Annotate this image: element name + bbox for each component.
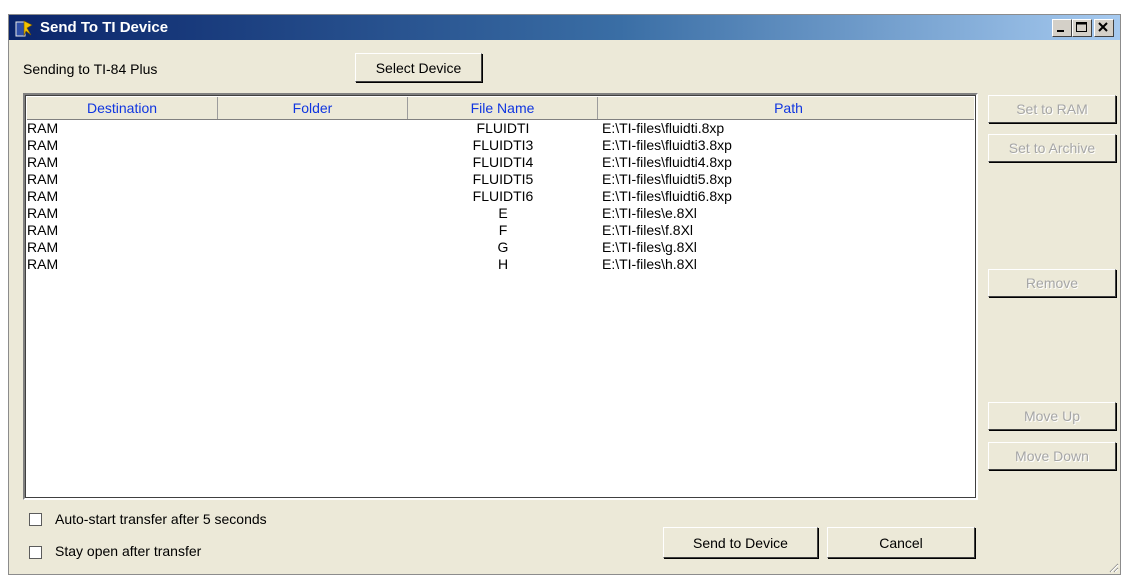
- table-row[interactable]: RAM H E:\TI-files\h.8Xl: [27, 256, 974, 273]
- send-to-device-button[interactable]: Send to Device: [663, 527, 818, 558]
- table-row[interactable]: RAM FLUIDTI3 E:\TI-files\fluidti3.8xp: [27, 137, 974, 154]
- table-row[interactable]: RAM FLUIDTI4 E:\TI-files\fluidti4.8xp: [27, 154, 974, 171]
- auto-start-label[interactable]: Auto-start transfer after 5 seconds: [55, 511, 267, 527]
- select-device-button[interactable]: Select Device: [355, 53, 482, 82]
- send-to-ti-device-window: Send To TI Device Sending to TI-84 Plus …: [8, 14, 1121, 575]
- title-bar[interactable]: Send To TI Device: [9, 15, 1120, 40]
- minimize-icon: [1057, 30, 1064, 32]
- cell-destination: RAM: [27, 154, 59, 170]
- cell-path: E:\TI-files\fluidti.8xp: [602, 120, 725, 136]
- maximize-icon: [1076, 22, 1087, 32]
- table-row[interactable]: RAM G E:\TI-files\g.8Xl: [27, 239, 974, 256]
- cell-path: E:\TI-files\fluidti6.8xp: [602, 188, 732, 204]
- list-rows: RAM FLUIDTI E:\TI-files\fluidti.8xp RAM FLU…: [27, 120, 974, 273]
- cell-path: E:\TI-files\g.8Xl: [602, 239, 697, 255]
- cell-destination: RAM: [27, 239, 59, 255]
- set-to-ram-button[interactable]: Set to RAM: [988, 95, 1116, 123]
- maximize-button[interactable]: [1072, 19, 1092, 37]
- sending-to-label: Sending to TI-84 Plus: [23, 61, 158, 77]
- cell-file-name: FLUIDTI3: [472, 137, 534, 153]
- resize-grip-icon[interactable]: [1107, 561, 1119, 573]
- table-row[interactable]: RAM FLUIDTI5 E:\TI-files\fluidti5.8xp: [27, 171, 974, 188]
- cell-destination: RAM: [27, 120, 59, 136]
- cell-file-name: F: [498, 222, 508, 238]
- column-header-destination[interactable]: Destination: [27, 97, 218, 119]
- cell-path: E:\TI-files\h.8Xl: [602, 256, 697, 272]
- table-row[interactable]: RAM F E:\TI-files\f.8Xl: [27, 222, 974, 239]
- close-icon: [1098, 22, 1108, 32]
- cell-path: E:\TI-files\fluidti4.8xp: [602, 154, 732, 170]
- cell-file-name: FLUIDTI4: [472, 154, 534, 170]
- stay-open-checkbox[interactable]: [29, 546, 42, 559]
- cell-destination: RAM: [27, 205, 59, 221]
- cancel-button[interactable]: Cancel: [827, 527, 975, 558]
- cell-file-name: FLUIDTI5: [472, 171, 534, 187]
- move-down-button[interactable]: Move Down: [988, 442, 1116, 470]
- cell-destination: RAM: [27, 188, 59, 204]
- column-header-file-name[interactable]: File Name: [408, 97, 598, 119]
- move-up-button[interactable]: Move Up: [988, 402, 1116, 430]
- cell-file-name: FLUIDTI: [476, 120, 530, 136]
- stay-open-label[interactable]: Stay open after transfer: [55, 543, 201, 559]
- list-header: Destination Folder File Name Path: [27, 97, 974, 120]
- cell-destination: RAM: [27, 137, 59, 153]
- cell-destination: RAM: [27, 256, 59, 272]
- auto-start-checkbox[interactable]: [29, 513, 42, 526]
- cell-file-name: G: [497, 239, 509, 255]
- cell-destination: RAM: [27, 171, 59, 187]
- set-to-archive-button[interactable]: Set to Archive: [988, 134, 1116, 162]
- cell-destination: RAM: [27, 222, 59, 238]
- cell-file-name: FLUIDTI6: [472, 188, 534, 204]
- cell-path: E:\TI-files\fluidti3.8xp: [602, 137, 732, 153]
- close-button[interactable]: [1094, 19, 1114, 37]
- minimize-button[interactable]: [1052, 19, 1072, 37]
- ti-connect-icon: [15, 20, 33, 37]
- window-title: Send To TI Device: [40, 19, 169, 36]
- table-row[interactable]: RAM FLUIDTI E:\TI-files\fluidti.8xp: [27, 120, 974, 137]
- table-row[interactable]: RAM E E:\TI-files\e.8Xl: [27, 205, 974, 222]
- remove-button[interactable]: Remove: [988, 269, 1116, 297]
- column-header-path[interactable]: Path: [598, 97, 976, 119]
- table-row[interactable]: RAM FLUIDTI6 E:\TI-files\fluidti6.8xp: [27, 188, 974, 205]
- cell-file-name: E: [498, 205, 508, 221]
- column-header-folder[interactable]: Folder: [218, 97, 408, 119]
- cell-file-name: H: [497, 256, 509, 272]
- file-list[interactable]: Destination Folder File Name Path RAM FLU…: [23, 93, 978, 500]
- cell-path: E:\TI-files\f.8Xl: [602, 222, 694, 238]
- cell-path: E:\TI-files\e.8Xl: [602, 205, 697, 221]
- cell-path: E:\TI-files\fluidti5.8xp: [602, 171, 732, 187]
